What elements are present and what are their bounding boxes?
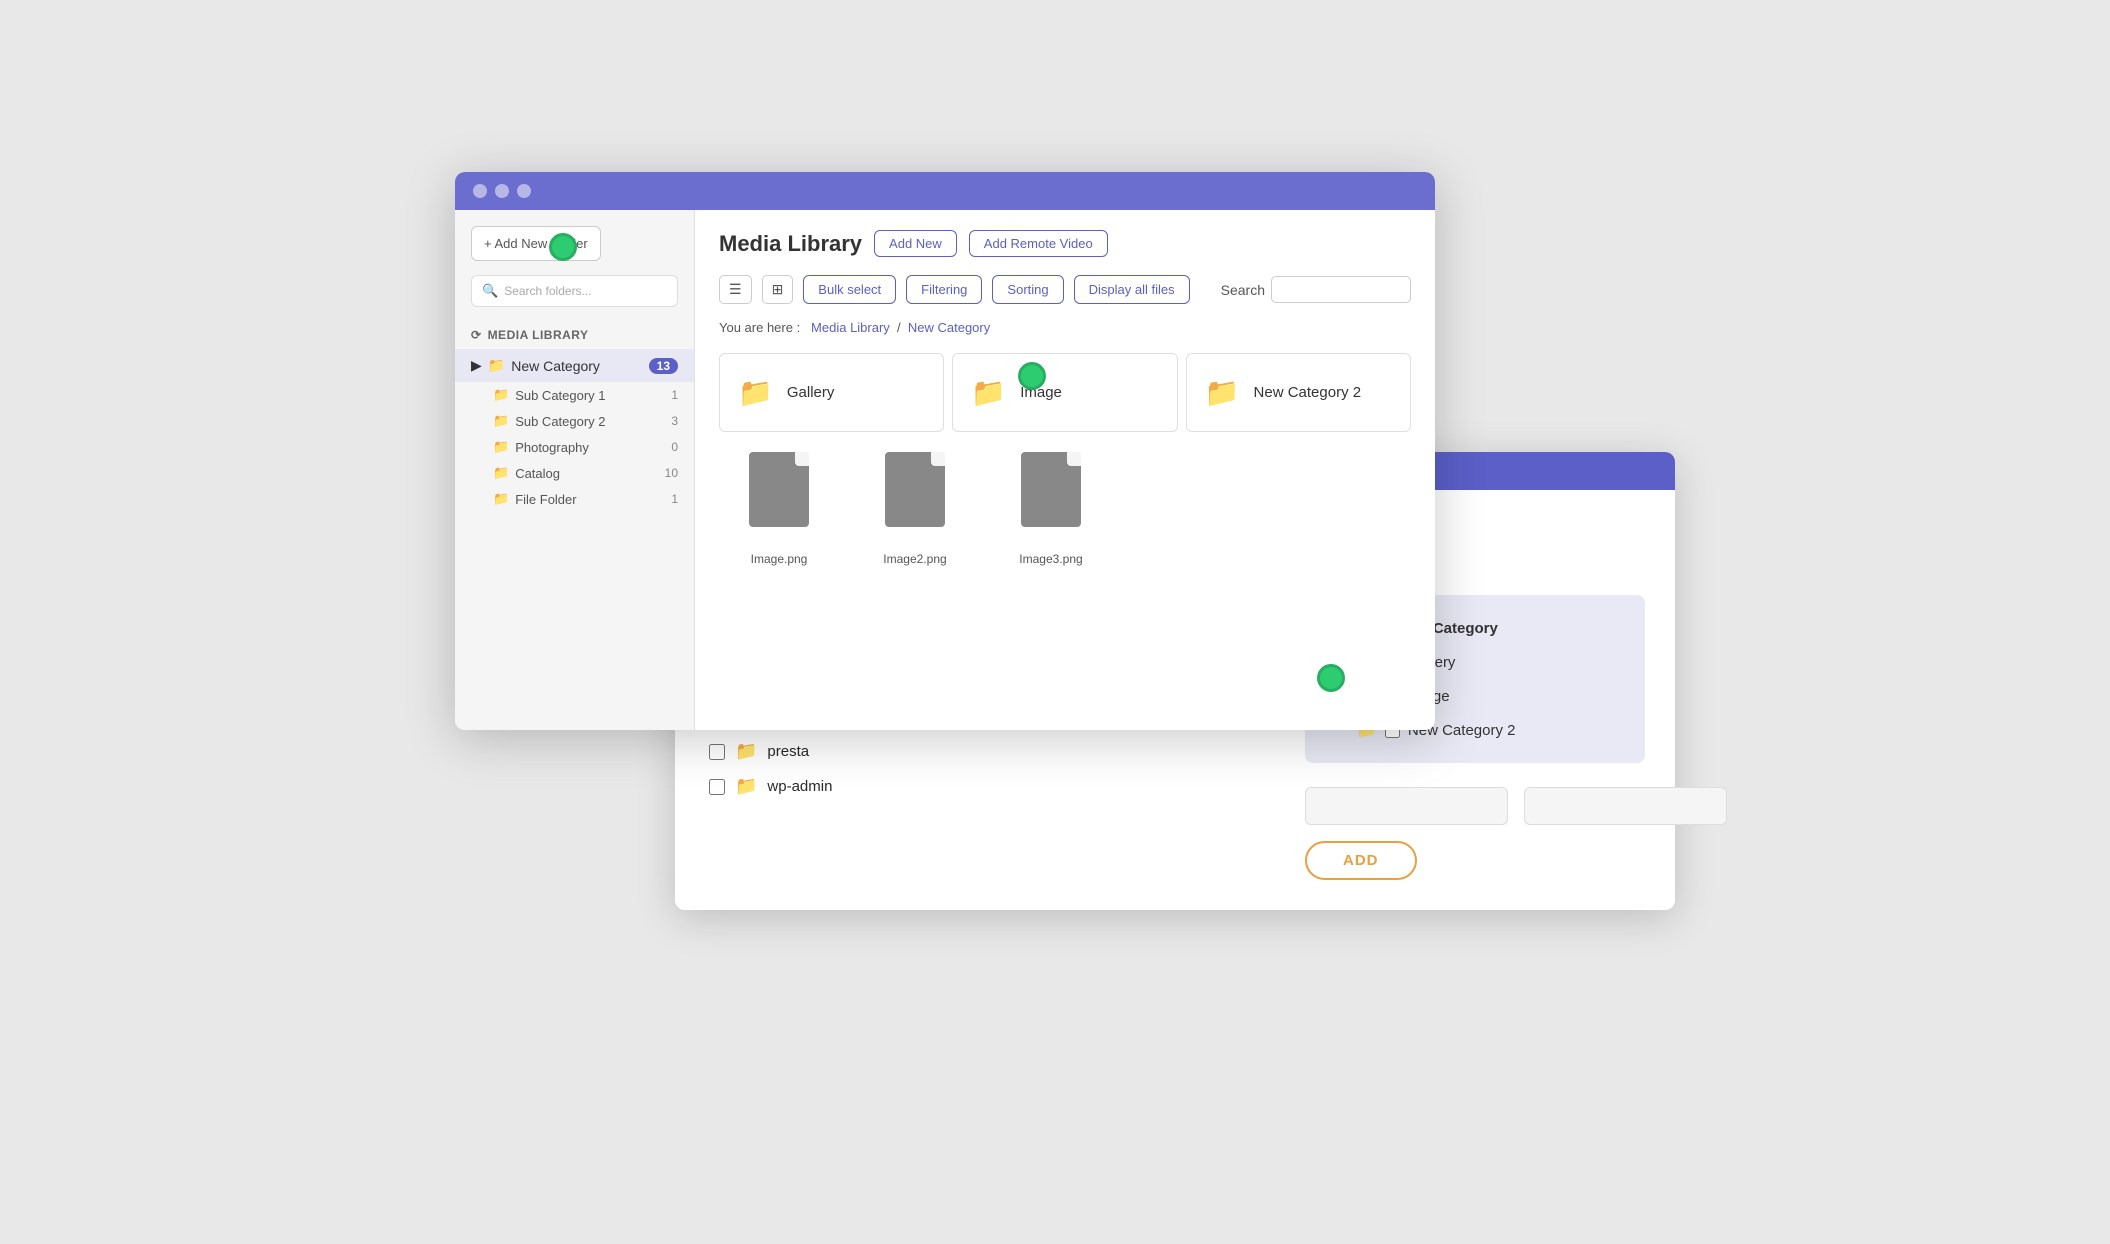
file-name-image-png: Image.png (751, 552, 808, 566)
file-name-image3-png: Image3.png (1019, 552, 1082, 566)
sidebar-sub-cat2-name: Sub Category 2 (515, 414, 605, 429)
server-folder-wpadmin-checkbox[interactable] (709, 779, 725, 795)
media-window-titlebar (455, 172, 1435, 210)
sidebar-sub-cat2-icon: 📁 (493, 413, 509, 429)
sidebar-sub-cat2-count: 3 (671, 414, 678, 428)
sidebar-file-folder[interactable]: 📁 File Folder 1 (455, 486, 694, 512)
sidebar-chevron-icon: ▶ (471, 357, 482, 374)
search-label: Search (1221, 282, 1265, 298)
image-folder-icon: 📁 (971, 376, 1006, 409)
server-folder-wpadmin[interactable]: 📁 wp-admin (705, 769, 1285, 804)
front-dot-2 (495, 184, 509, 198)
add-button[interactable]: ADD (1305, 841, 1417, 880)
sidebar-photography[interactable]: 📁 Photography 0 (455, 434, 694, 460)
sidebar-photography-count: 0 (671, 440, 678, 454)
file-shape-image3-png (1021, 452, 1081, 527)
file-name-image2-png: Image2.png (883, 552, 946, 566)
server-folder-presta-checkbox[interactable] (709, 744, 725, 760)
folder-card-image[interactable]: 📁 Image (952, 353, 1177, 432)
main-title: Media Library (719, 231, 862, 257)
folder-card-new-category-2[interactable]: 📁 New Category 2 (1186, 353, 1411, 432)
bottom-input-right[interactable] (1524, 787, 1727, 825)
breadcrumb-current: New Category (908, 320, 990, 335)
main-area: Media Library Add New Add Remote Video ☰… (695, 210, 1435, 730)
new-category-2-folder-name: New Category 2 (1254, 384, 1362, 401)
green-dot-3 (1317, 664, 1345, 692)
main-header: Media Library Add New Add Remote Video (719, 230, 1411, 257)
sidebar-catalog-icon: 📁 (493, 465, 509, 481)
add-remote-video-button[interactable]: Add Remote Video (969, 230, 1108, 257)
search-group: Search (1221, 276, 1411, 303)
breadcrumb-prefix: You are here : (719, 320, 800, 335)
green-dot-1 (549, 233, 577, 261)
file-icon-image3-png (1011, 452, 1091, 542)
media-window-body: + Add New Folder 🔍 Search folders... ⟳ M… (455, 210, 1435, 730)
folder-name-wpadmin: wp-admin (767, 778, 832, 795)
bottom-input-left[interactable] (1305, 787, 1508, 825)
media-library-sync-icon: ⟳ (471, 328, 482, 342)
media-library-window: + Add New Folder 🔍 Search folders... ⟳ M… (455, 172, 1435, 730)
sorting-button[interactable]: Sorting (992, 275, 1063, 304)
breadcrumb-root[interactable]: Media Library (811, 320, 890, 335)
sidebar-sub-category-1[interactable]: 📁 Sub Category 1 1 (455, 382, 694, 408)
bottom-action-row (1305, 787, 1645, 825)
new-category-2-folder-icon: 📁 (1205, 376, 1240, 409)
media-library-sidebar-label: ⟳ MEDIA LIBRARY (455, 321, 694, 349)
search-folders-icon: 🔍 (482, 283, 498, 299)
file-grid: Image.png Image2.png Image3.png (719, 452, 1411, 568)
sidebar-new-category[interactable]: ▶ 📁 New Category 13 (455, 349, 694, 382)
sidebar-sub-category-2[interactable]: 📁 Sub Category 2 3 (455, 408, 694, 434)
list-view-button[interactable]: ☰ (719, 275, 752, 304)
sidebar-sub-cat1-name: Sub Category 1 (515, 388, 605, 403)
sidebar-file-folder-icon: 📁 (493, 491, 509, 507)
sidebar-catalog-count: 10 (665, 466, 678, 480)
search-input[interactable] (1271, 276, 1411, 303)
folder-card-gallery[interactable]: 📁 Gallery (719, 353, 944, 432)
sidebar-category-folder-icon: 📁 (488, 357, 505, 374)
file-icon-image-png (739, 452, 819, 542)
sidebar-file-folder-count: 1 (671, 492, 678, 506)
sidebar-sub-cat1-icon: 📁 (493, 387, 509, 403)
sidebar: + Add New Folder 🔍 Search folders... ⟳ M… (455, 210, 695, 730)
sidebar-catalog-name: Catalog (515, 466, 560, 481)
gallery-folder-icon: 📁 (738, 376, 773, 409)
sidebar-file-folder-name: File Folder (515, 492, 576, 507)
folder-grid: 📁 Gallery 📁 Image 📁 New Category 2 (719, 353, 1411, 432)
add-new-button[interactable]: Add New (874, 230, 957, 257)
filtering-button[interactable]: Filtering (906, 275, 982, 304)
folder-icon-presta: 📁 (735, 741, 757, 762)
file-card-image-png[interactable]: Image.png (719, 452, 839, 568)
toolbar: ☰ ⊞ Bulk select Filtering Sorting Displa… (719, 275, 1411, 304)
folder-name-presta: presta (767, 743, 809, 760)
add-new-folder-button[interactable]: + Add New Folder (471, 226, 601, 261)
sidebar-sub-cat1-count: 1 (671, 388, 678, 402)
file-shape-image2-png (885, 452, 945, 527)
search-folders-placeholder: Search folders... (504, 284, 591, 298)
front-dot-3 (517, 184, 531, 198)
folder-icon-wpadmin: 📁 (735, 776, 757, 797)
breadcrumb: You are here : Media Library / New Categ… (719, 320, 1411, 335)
sidebar-photography-name: Photography (515, 440, 589, 455)
sidebar-catalog[interactable]: 📁 Catalog 10 (455, 460, 694, 486)
front-dot-1 (473, 184, 487, 198)
sidebar-category-badge: 13 (649, 358, 678, 374)
file-shape-image-png (749, 452, 809, 527)
green-dot-2 (1018, 362, 1046, 390)
file-card-image2-png[interactable]: Image2.png (855, 452, 975, 568)
server-folder-presta[interactable]: 📁 presta (705, 734, 1285, 769)
sidebar-category-name: New Category (511, 358, 600, 374)
gallery-folder-name: Gallery (787, 384, 835, 401)
grid-view-button[interactable]: ⊞ (762, 275, 794, 304)
display-all-files-button[interactable]: Display all files (1074, 275, 1190, 304)
search-folders-field[interactable]: 🔍 Search folders... (471, 275, 678, 307)
file-card-image3-png[interactable]: Image3.png (991, 452, 1111, 568)
file-icon-image2-png (875, 452, 955, 542)
sidebar-photography-icon: 📁 (493, 439, 509, 455)
bulk-select-button[interactable]: Bulk select (803, 275, 896, 304)
